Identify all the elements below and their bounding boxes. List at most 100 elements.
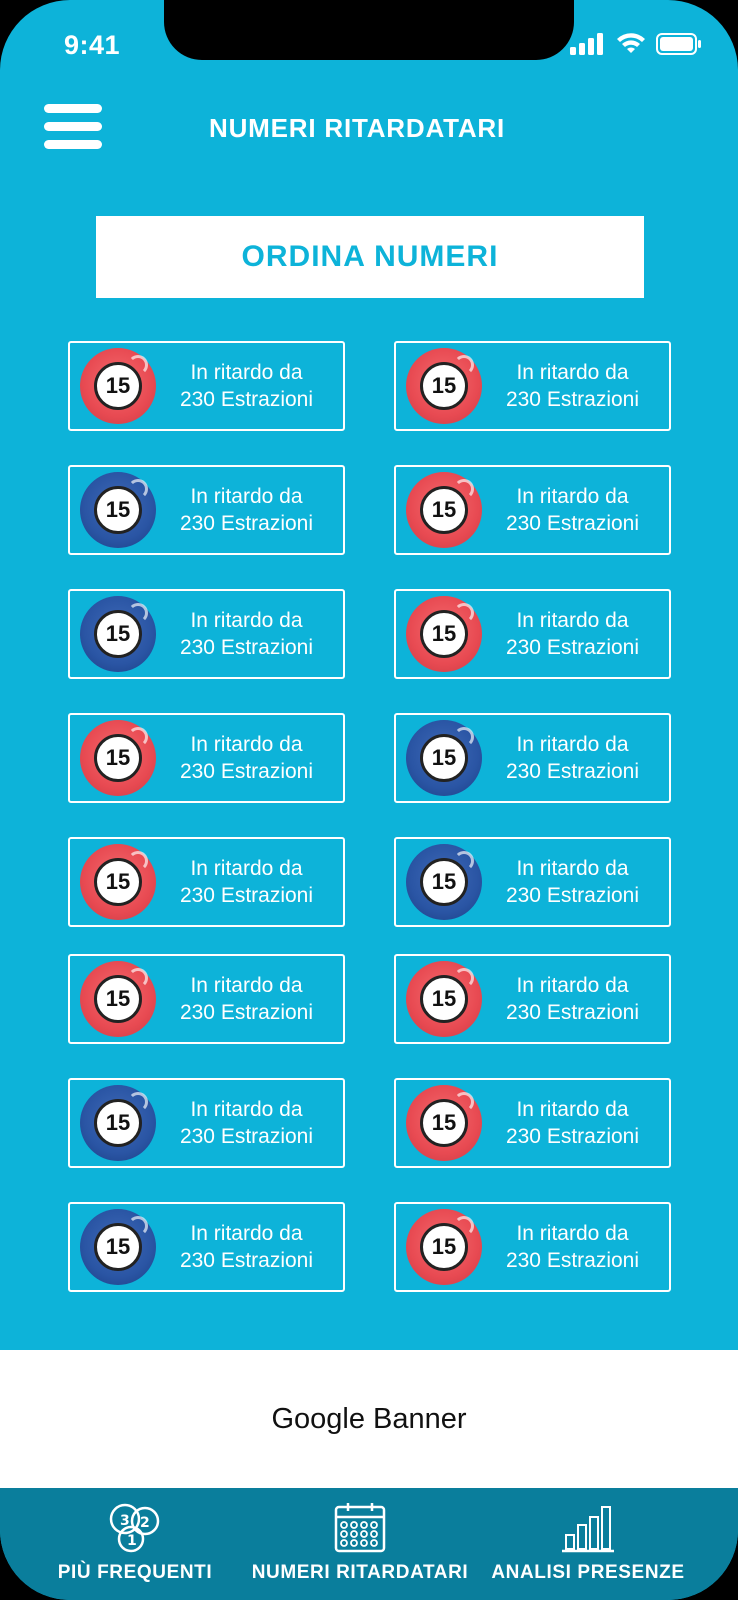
delay-text: In ritardo da 230 Estrazioni xyxy=(482,1220,669,1274)
delay-line-1: In ritardo da xyxy=(516,733,629,756)
delay-text: In ritardo da 230 Estrazioni xyxy=(156,483,343,537)
delay-text: In ritardo da 230 Estrazioni xyxy=(482,483,669,537)
lottery-ball-icon: 15 xyxy=(406,961,482,1037)
delay-text: In ritardo da 230 Estrazioni xyxy=(156,972,343,1026)
delay-line-1: In ritardo da xyxy=(516,361,629,384)
lottery-ball-icon: 15 xyxy=(80,472,156,548)
ad-banner[interactable]: Google Banner xyxy=(0,1350,738,1488)
ball-number: 15 xyxy=(420,734,468,782)
number-card[interactable]: 15 In ritardo da 230 Estrazioni xyxy=(394,1202,671,1292)
delay-line-2: 230 Estrazioni xyxy=(179,1125,314,1148)
ball-number: 15 xyxy=(420,975,468,1023)
number-card[interactable]: 15 In ritardo da 230 Estrazioni xyxy=(68,465,345,555)
svg-text:3: 3 xyxy=(120,1513,130,1529)
number-card[interactable]: 15 In ritardo da 230 Estrazioni xyxy=(68,589,345,679)
number-card[interactable]: 15 In ritardo da 230 Estrazioni xyxy=(68,837,345,927)
delay-line-1: In ritardo da xyxy=(516,1098,629,1121)
delay-text: In ritardo da 230 Estrazioni xyxy=(482,1096,669,1150)
delay-line-2: 230 Estrazioni xyxy=(179,636,314,659)
delay-text: In ritardo da 230 Estrazioni xyxy=(156,731,343,785)
svg-text:2: 2 xyxy=(140,1515,150,1531)
lottery-ball-icon: 15 xyxy=(80,720,156,796)
delay-line-1: In ritardo da xyxy=(516,974,629,997)
ball-number: 15 xyxy=(94,362,142,410)
delay-line-1: In ritardo da xyxy=(190,361,303,384)
delay-line-1: In ritardo da xyxy=(190,974,303,997)
number-card[interactable]: 15 In ritardo da 230 Estrazioni xyxy=(394,1078,671,1168)
tab-analisi-presenze[interactable]: ANALISI PRESENZE xyxy=(488,1488,688,1600)
number-card[interactable]: 15 In ritardo da 230 Estrazioni xyxy=(68,954,345,1044)
numbers-grid: 15 In ritardo da 230 Estrazioni 15 In ritard… xyxy=(0,0,738,1340)
delay-line-2: 230 Estrazioni xyxy=(505,512,640,535)
number-card[interactable]: 15 In ritardo da 230 Estrazioni xyxy=(68,1202,345,1292)
ball-number: 15 xyxy=(94,975,142,1023)
app-screen: 9:41 NUMERI RITARDATARI ORDINA NUMERI 15… xyxy=(0,0,738,1600)
tab-numeri-ritardatari[interactable]: NUMERI RITARDATARI xyxy=(250,1488,470,1600)
delay-text: In ritardo da 230 Estrazioni xyxy=(482,731,669,785)
lottery-ball-icon: 15 xyxy=(406,596,482,672)
delay-line-1: In ritardo da xyxy=(190,1098,303,1121)
delay-line-2: 230 Estrazioni xyxy=(179,1001,314,1024)
delay-line-1: In ritardo da xyxy=(516,485,629,508)
delay-line-1: In ritardo da xyxy=(190,1222,303,1245)
number-card[interactable]: 15 In ritardo da 230 Estrazioni xyxy=(68,1078,345,1168)
delay-text: In ritardo da 230 Estrazioni xyxy=(156,1096,343,1150)
number-card[interactable]: 15 In ritardo da 230 Estrazioni xyxy=(394,341,671,431)
lottery-ball-icon: 15 xyxy=(80,961,156,1037)
lottery-ball-icon: 15 xyxy=(80,1085,156,1161)
ball-number: 15 xyxy=(94,486,142,534)
lottery-ball-icon: 15 xyxy=(80,844,156,920)
delay-text: In ritardo da 230 Estrazioni xyxy=(482,359,669,413)
delay-line-2: 230 Estrazioni xyxy=(505,1001,640,1024)
delay-line-2: 230 Estrazioni xyxy=(179,388,314,411)
ball-number: 15 xyxy=(94,734,142,782)
delay-text: In ritardo da 230 Estrazioni xyxy=(482,972,669,1026)
lottery-ball-icon: 15 xyxy=(406,472,482,548)
speech-bubbles-numbers-icon: 3 2 1 xyxy=(109,1503,160,1553)
delay-line-2: 230 Estrazioni xyxy=(505,636,640,659)
delay-line-2: 230 Estrazioni xyxy=(505,1125,640,1148)
number-card[interactable]: 15 In ritardo da 230 Estrazioni xyxy=(394,465,671,555)
delay-line-1: In ritardo da xyxy=(516,1222,629,1245)
ball-number: 15 xyxy=(420,610,468,658)
ball-number: 15 xyxy=(94,858,142,906)
lottery-ball-icon: 15 xyxy=(406,844,482,920)
ball-number: 15 xyxy=(94,1099,142,1147)
tab-label: NUMERI RITARDATARI xyxy=(251,1562,469,1583)
number-card[interactable]: 15 In ritardo da 230 Estrazioni xyxy=(68,341,345,431)
calendar-icon xyxy=(334,1503,386,1553)
ball-number: 15 xyxy=(420,858,468,906)
number-card[interactable]: 15 In ritardo da 230 Estrazioni xyxy=(68,713,345,803)
delay-line-2: 230 Estrazioni xyxy=(505,388,640,411)
lottery-ball-icon: 15 xyxy=(80,1209,156,1285)
delay-line-2: 230 Estrazioni xyxy=(179,760,314,783)
delay-line-2: 230 Estrazioni xyxy=(505,884,640,907)
delay-text: In ritardo da 230 Estrazioni xyxy=(482,855,669,909)
number-card[interactable]: 15 In ritardo da 230 Estrazioni xyxy=(394,954,671,1044)
lottery-ball-icon: 15 xyxy=(406,1209,482,1285)
number-card[interactable]: 15 In ritardo da 230 Estrazioni xyxy=(394,837,671,927)
delay-text: In ritardo da 230 Estrazioni xyxy=(156,1220,343,1274)
bar-chart-icon xyxy=(562,1506,614,1553)
delay-text: In ritardo da 230 Estrazioni xyxy=(156,855,343,909)
ball-number: 15 xyxy=(420,1099,468,1147)
delay-line-2: 230 Estrazioni xyxy=(179,1249,314,1272)
delay-line-1: In ritardo da xyxy=(516,857,629,880)
ball-number: 15 xyxy=(420,1223,468,1271)
lottery-ball-icon: 15 xyxy=(406,720,482,796)
delay-line-1: In ritardo da xyxy=(190,857,303,880)
delay-line-2: 230 Estrazioni xyxy=(179,884,314,907)
number-card[interactable]: 15 In ritardo da 230 Estrazioni xyxy=(394,589,671,679)
ball-number: 15 xyxy=(94,610,142,658)
number-card[interactable]: 15 In ritardo da 230 Estrazioni xyxy=(394,713,671,803)
delay-line-2: 230 Estrazioni xyxy=(505,760,640,783)
lottery-ball-icon: 15 xyxy=(80,348,156,424)
tab-label: ANALISI PRESENZE xyxy=(491,1562,685,1583)
lottery-ball-icon: 15 xyxy=(406,1085,482,1161)
ball-number: 15 xyxy=(94,1223,142,1271)
delay-line-1: In ritardo da xyxy=(516,609,629,632)
delay-line-1: In ritardo da xyxy=(190,733,303,756)
delay-text: In ritardo da 230 Estrazioni xyxy=(482,607,669,661)
tab-piu-frequenti[interactable]: 3 2 1 PIÙ FREQUENTI xyxy=(40,1488,230,1600)
delay-line-1: In ritardo da xyxy=(190,609,303,632)
